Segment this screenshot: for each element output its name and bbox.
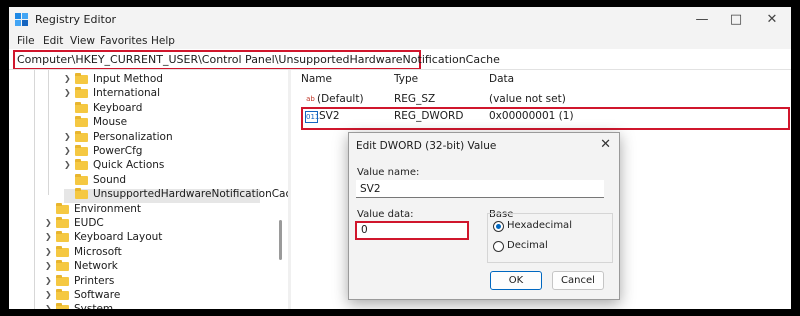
chevron-right-icon[interactable]: ❯ [45,290,52,299]
value-type: REG_SZ [394,93,436,105]
chevron-right-icon[interactable]: ❯ [64,132,71,141]
base-group: Hexadecimal Decimal [487,213,613,263]
chevron-right-icon[interactable]: ❯ [45,218,52,227]
tree-item-label: Network [74,260,118,273]
chevron-right-icon[interactable]: ❯ [45,261,52,270]
folder-icon [75,145,88,156]
tree-item-label: Sound [93,173,127,186]
folder-icon [56,231,69,243]
column-header-name[interactable]: Name [301,73,332,85]
menu-favorites[interactable]: Favorites [100,35,147,47]
menu-edit[interactable]: Edit [43,35,63,47]
maximize-icon: □ [729,12,743,27]
maximize-button[interactable]: □ [721,10,751,30]
chevron-right-icon[interactable]: ❯ [45,276,52,285]
window-title: Registry Editor [35,13,117,26]
folder-icon [56,274,69,286]
dialog-close-icon[interactable]: ✕ [600,137,611,152]
tree-item-label: Environment [74,202,142,215]
minimize-icon: — [695,12,709,27]
registry-editor-icon [15,13,28,26]
folder-icon [75,159,88,171]
chevron-right-icon[interactable]: ❯ [64,88,71,97]
value-data-label: Value data: [357,209,414,220]
minimize-button[interactable]: — [687,10,717,30]
tree-item-label: Keyboard [93,101,143,114]
menu-file[interactable]: File [17,35,35,47]
folder-icon [75,173,88,185]
menu-view[interactable]: View [70,35,95,47]
chevron-right-icon[interactable]: ❯ [64,74,71,83]
tree-item-label: Keyboard Layout [74,231,163,244]
tree-guide-line [48,70,49,195]
value-name-text: SV2 [360,183,381,195]
pane-splitter[interactable] [288,70,291,309]
string-value-icon: ab [306,95,315,103]
value-data-text: 0 [361,224,368,236]
folder-icon [75,73,88,84]
tree-item-label: Personalization [93,130,173,143]
folder-icon [75,130,88,142]
folder-icon [75,188,88,200]
close-icon: ✕ [766,12,778,27]
value-name-label: Value name: [357,167,420,178]
folder-icon [56,260,69,272]
title-bar: Registry Editor — □ ✕ [9,7,791,33]
tree-item-label: Quick Actions [93,159,165,172]
value-name-field: SV2 [356,180,604,198]
chevron-right-icon[interactable]: ❯ [45,304,52,309]
chevron-right-icon[interactable]: ❯ [45,247,52,256]
folder-icon [56,289,69,300]
column-header-type[interactable]: Type [394,73,418,85]
folder-icon [75,87,88,99]
hexadecimal-radio[interactable] [493,221,504,232]
folder-icon [75,116,88,128]
tree-item-label: Mouse [93,116,128,129]
edit-dword-dialog: Edit DWORD (32-bit) Value ✕ Value name: … [348,132,620,300]
tree-item-label: Software [74,289,121,301]
tree-item-label: System [74,303,113,309]
menu-help[interactable]: Help [151,35,175,47]
decimal-radio[interactable] [493,241,504,252]
key-tree: ❯ Input Method ❯ International Keyboard Mouse… [9,70,288,309]
chevron-right-icon[interactable]: ❯ [45,232,52,241]
tree-item-label: Microsoft [74,245,122,258]
folder-icon [56,217,69,228]
column-header-data[interactable]: Data [489,73,514,85]
tree-guide-line [34,70,35,309]
sv2-highlight-box [301,107,790,130]
registry-editor-window: Registry Editor — □ ✕ File Edit View Fav… [9,7,791,309]
address-path: Computer\HKEY_CURRENT_USER\Control Panel… [17,53,500,66]
tree-scrollbar-thumb[interactable] [279,220,282,260]
hexadecimal-label: Hexadecimal [507,220,572,231]
cancel-button[interactable]: Cancel [552,271,604,290]
close-button[interactable]: ✕ [757,10,787,30]
menu-bar: File Edit View Favorites Help [9,33,791,49]
chevron-right-icon[interactable]: ❯ [64,160,71,169]
tree-item-label: Input Method [93,73,163,85]
address-bar[interactable]: Computer\HKEY_CURRENT_USER\Control Panel… [13,50,500,70]
folder-icon [56,202,69,214]
value-name: (Default) [317,93,364,105]
tree-item-label: UnsupportedHardwareNotificationCache [93,188,288,201]
ok-button[interactable]: OK [490,271,542,290]
tree-item-label: EUDC [74,217,104,229]
chevron-right-icon[interactable]: ❯ [64,146,71,155]
folder-icon [56,303,69,309]
dialog-title: Edit DWORD (32-bit) Value [356,140,497,152]
tree-item-label: International [93,87,161,100]
value-data-input[interactable]: 0 [355,221,469,240]
tree-item-label: PowerCfg [93,145,143,157]
tree-item-label: Printers [74,274,115,287]
decimal-label: Decimal [507,240,548,251]
value-data: (value not set) [489,93,566,105]
folder-icon [56,245,69,257]
folder-icon [75,101,88,113]
